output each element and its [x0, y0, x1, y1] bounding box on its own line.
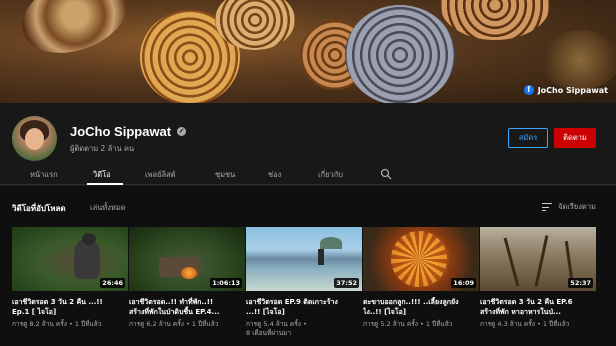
tab-playlists[interactable]: เพลย์ลิสต์	[145, 169, 176, 181]
banner-facebook-link[interactable]: f JoCho Sippawat	[523, 85, 608, 95]
video-duration: 52:37	[568, 278, 593, 288]
video-duration: 16:09	[451, 278, 476, 288]
video-thumbnail[interactable]: 37:52	[246, 227, 362, 291]
video-meta: การดู 8.2 ล้าน ครั้ง • 1 ปีที่แล้ว	[12, 320, 102, 328]
tab-about[interactable]: เกี่ยวกับ	[318, 169, 343, 181]
video-card[interactable]: 37:52 เอาชีวิตรอด EP.9 ติดเกาะร้าง ...!!…	[246, 227, 362, 338]
video-meta: การดู 5.4 ล้าน ครั้ง • 8 เดือนที่ผ่านมา	[246, 320, 307, 337]
channel-title: JoCho Sippawat ✓	[70, 124, 187, 139]
video-title[interactable]: เอาชีวิตรอด 3 วัน 2 คืน EP.6 สร้างที่พัก…	[480, 297, 596, 317]
tab-community[interactable]: ชุมชน	[215, 169, 235, 181]
video-card[interactable]: 52:37 เอาชีวิตรอด 3 วัน 2 คืน EP.6 สร้าง…	[480, 227, 596, 329]
video-duration: 37:52	[334, 278, 359, 288]
video-duration: 26:46	[100, 278, 125, 288]
play-all-button[interactable]: เล่นทั้งหมด	[90, 202, 126, 214]
video-thumbnail[interactable]: 16:09	[363, 227, 479, 291]
tab-channels[interactable]: ช่อง	[268, 169, 281, 181]
sort-by-button[interactable]: จัดเรียงตาม	[542, 201, 596, 213]
search-icon[interactable]	[380, 168, 392, 180]
video-meta: การดู 6.2 ล้าน ครั้ง • 1 ปีที่แล้ว	[129, 320, 219, 328]
video-title[interactable]: เอาชีวิตรอด EP.9 ติดเกาะร้าง ...!! [ไจโอ…	[246, 297, 362, 317]
active-tab-indicator	[87, 183, 123, 185]
channel-banner: f JoCho Sippawat	[0, 0, 616, 103]
video-meta: การดู 5.2 ล้าน ครั้ง • 1 ปีที่แล้ว	[363, 320, 453, 328]
video-thumbnail[interactable]: 26:46	[12, 227, 128, 291]
verified-check-icon: ✓	[177, 127, 187, 136]
video-thumbnail[interactable]: 52:37	[480, 227, 596, 291]
sort-icon	[542, 203, 552, 211]
banner-millipede	[11, 0, 139, 67]
banner-millipede	[440, 0, 550, 40]
subscribe-button[interactable]: ติดตาม	[554, 128, 596, 148]
video-card[interactable]: 1:06:13 เอาชีวิตรอด..!! ทำที่พัก..!! สร้…	[129, 227, 245, 329]
video-thumbnail[interactable]: 1:06:13	[129, 227, 245, 291]
youtube-channel-page: f JoCho Sippawat JoCho Sippawat ✓ ผู้ติด…	[0, 0, 616, 346]
join-button[interactable]: สมัคร	[508, 128, 548, 148]
section-title: วิดีโอที่อัปโหลด	[12, 204, 66, 213]
subscriber-count: ผู้ติดตาม 2 ล้าน คน	[70, 144, 135, 153]
tab-home[interactable]: หน้าแรก	[30, 169, 58, 181]
sort-label: จัดเรียงตาม	[558, 202, 596, 211]
banner-soil	[540, 30, 616, 90]
banner-millipede	[345, 5, 455, 103]
video-title[interactable]: เอาชีวิตรอด 3 วัน 2 คืน ...!! Ep.1 [ ไจโ…	[12, 297, 128, 317]
video-meta: การดู 4.3 ล้าน ครั้ง • 1 ปีที่แล้ว	[480, 320, 570, 328]
video-card[interactable]: 16:09 ตะขาบออกลูก..!!! ..เลี้ยงลูกยัง ไง…	[363, 227, 479, 329]
channel-avatar[interactable]	[12, 116, 57, 161]
video-title[interactable]: ตะขาบออกลูก..!!! ..เลี้ยงลูกยัง ไง..!! […	[363, 297, 479, 317]
tab-videos[interactable]: วิดีโอ	[93, 169, 111, 181]
channel-name: JoCho Sippawat	[70, 124, 172, 139]
video-card[interactable]: 26:46 เอาชีวิตรอด 3 วัน 2 คืน ...!! Ep.1…	[12, 227, 128, 329]
video-title[interactable]: เอาชีวิตรอด..!! ทำที่พัก..!! สร้างที่พัก…	[129, 297, 245, 317]
facebook-icon: f	[523, 85, 534, 95]
video-duration: 1:06:13	[210, 278, 242, 288]
banner-social-label: JoCho Sippawat	[537, 85, 608, 95]
channel-tabs: หน้าแรก วิดีโอ เพลย์ลิสต์ ชุมชน ช่อง เกี…	[0, 163, 616, 185]
